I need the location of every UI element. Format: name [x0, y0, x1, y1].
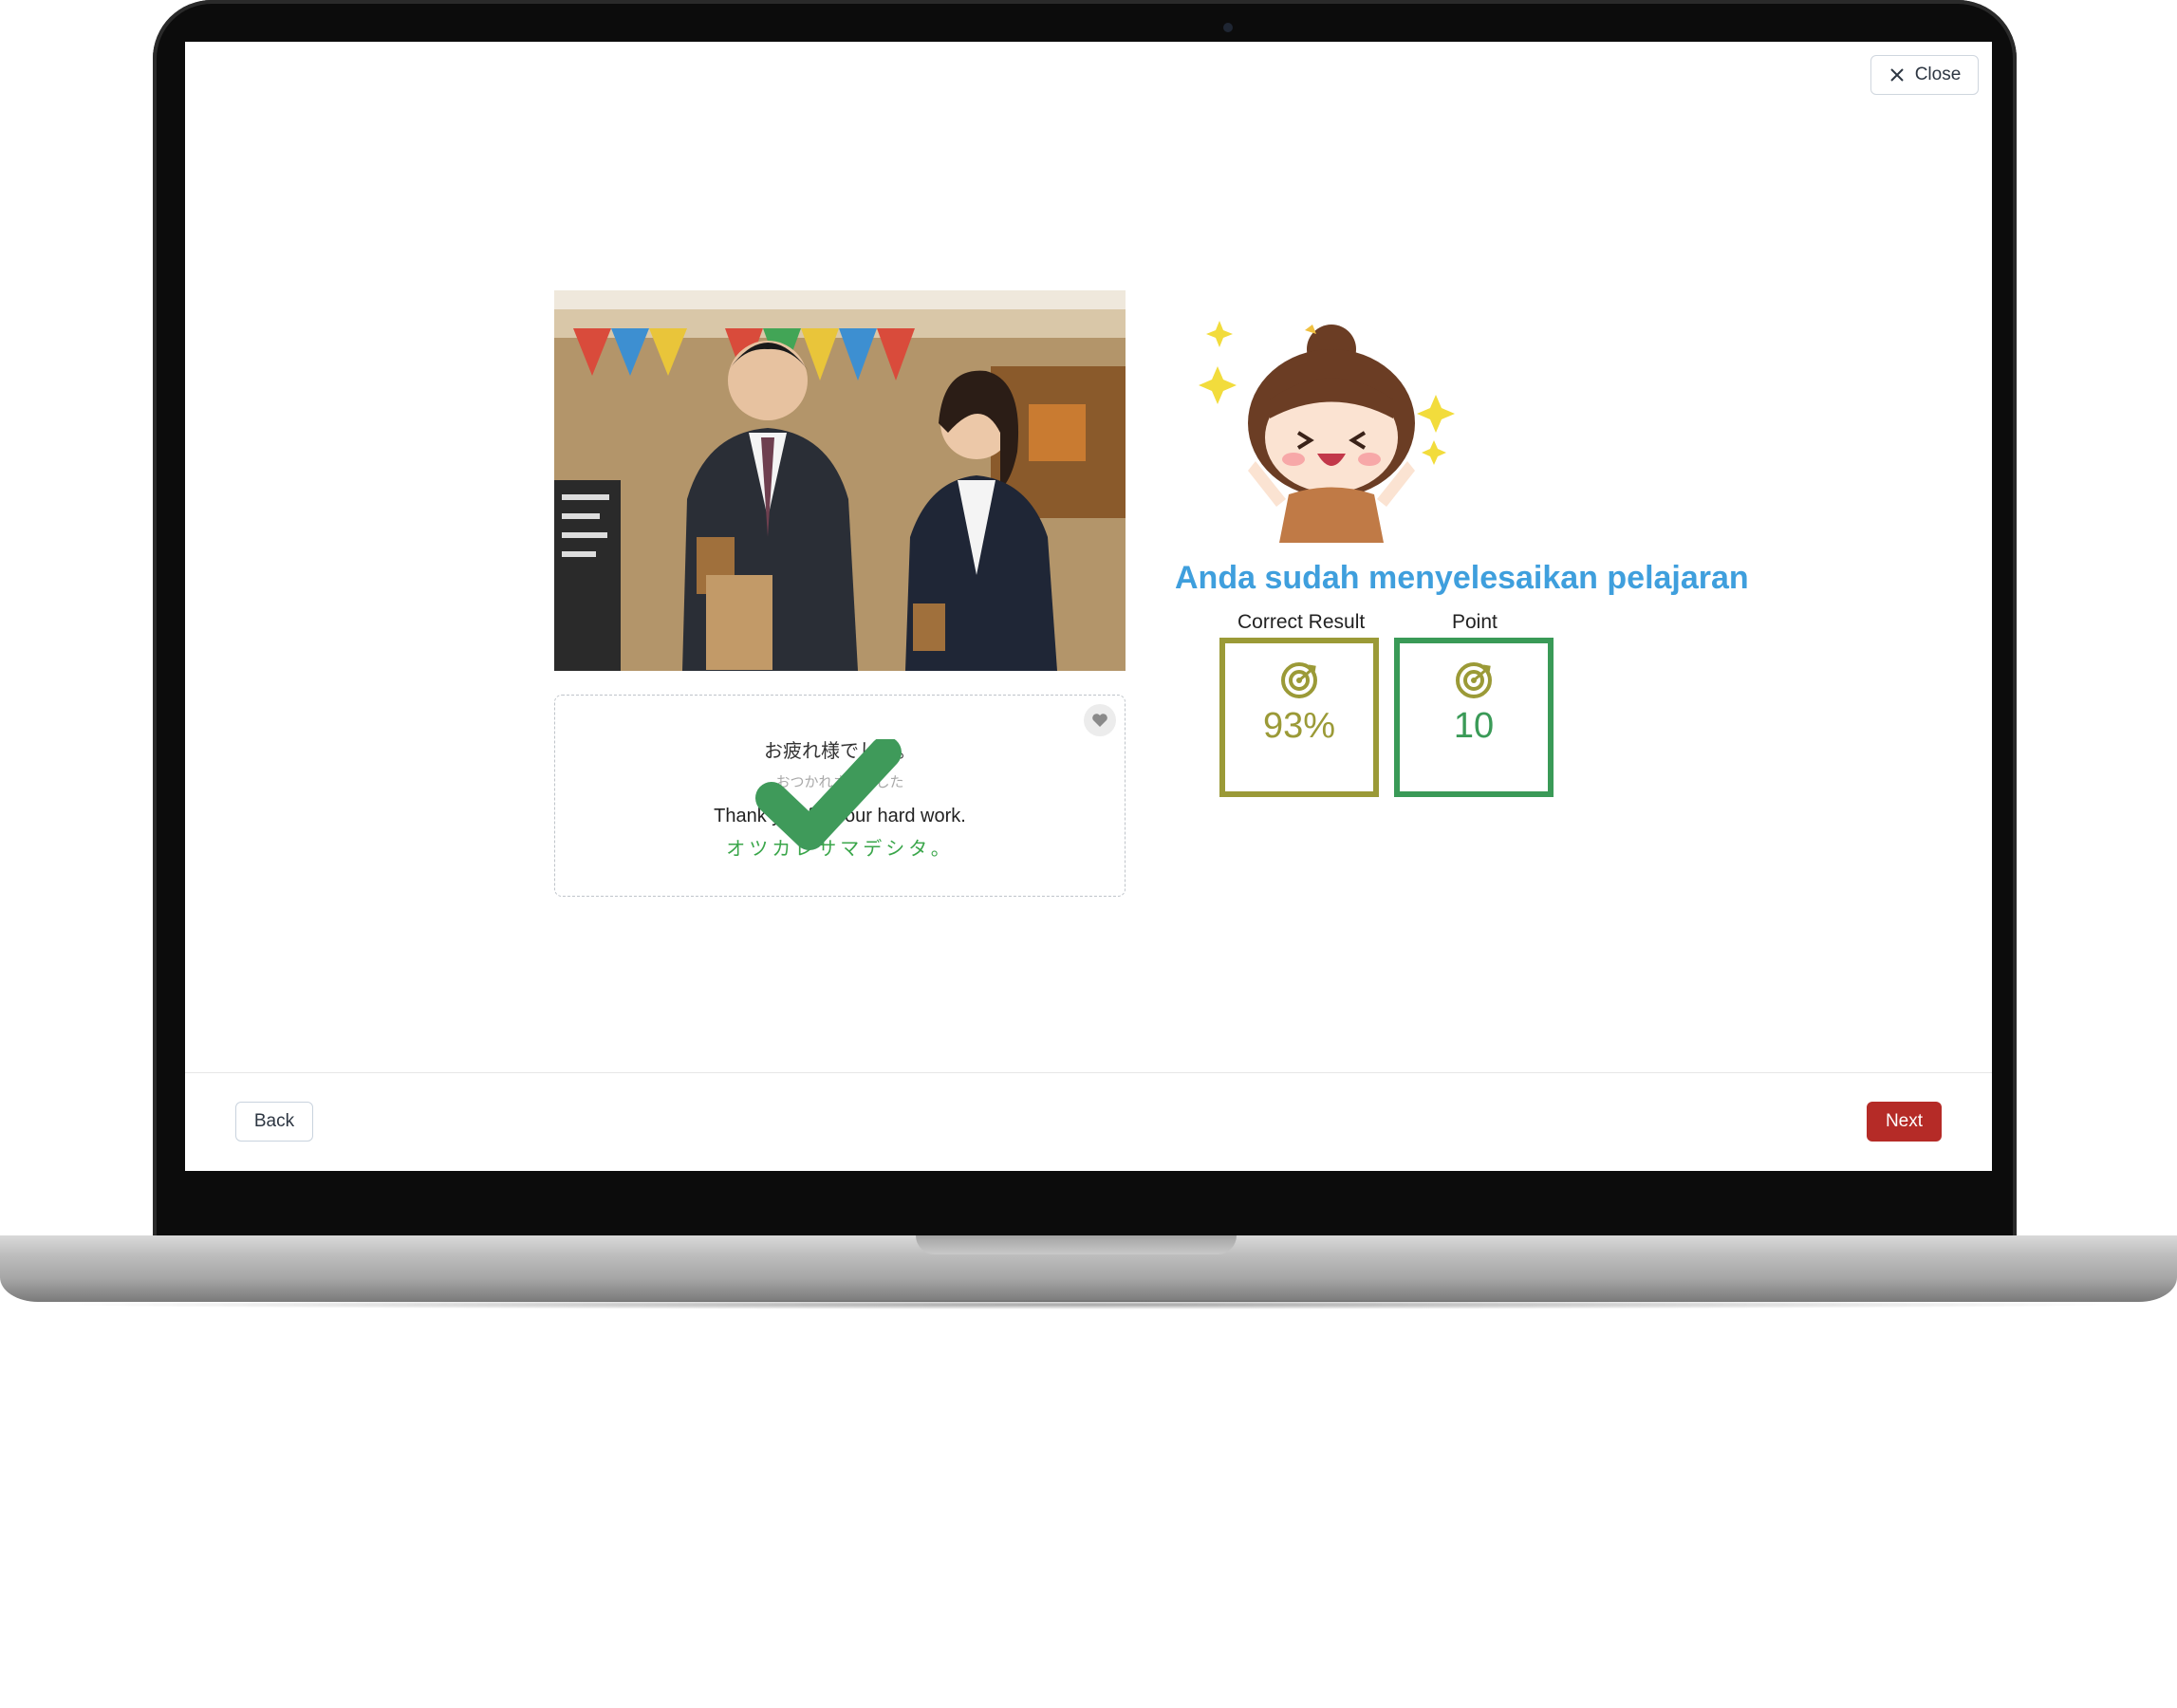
close-label: Close: [1914, 65, 1962, 84]
phrase-card: お疲れ様でした。 おつかれさまでした Thank you for your ha…: [554, 695, 1126, 897]
back-button[interactable]: Back: [235, 1102, 313, 1142]
heart-icon: [1092, 714, 1107, 727]
check-icon: [755, 739, 902, 850]
close-icon: [1889, 68, 1904, 82]
completion-title: Anda sudah menyelesaikan pelajaran: [1175, 560, 1749, 596]
point-label: Point: [1452, 611, 1498, 633]
close-button[interactable]: Close: [1870, 55, 1979, 95]
point-box: 10: [1394, 638, 1554, 797]
laptop-notch: [916, 1235, 1237, 1254]
favorite-button[interactable]: [1084, 704, 1116, 736]
footer-divider: [185, 1072, 1992, 1073]
next-button[interactable]: Next: [1867, 1102, 1942, 1142]
correct-result-label: Correct Result: [1237, 611, 1366, 633]
lesson-complete-screen: Close お疲れ様でした。 おつかれさまでした Thank you for y…: [185, 42, 1992, 1171]
correct-result-box: 93%: [1219, 638, 1379, 797]
target-icon: [1456, 662, 1492, 698]
camera-dot: [1223, 23, 1233, 32]
mascot-illustration: [1199, 321, 1455, 543]
correct-result-value: 93%: [1262, 706, 1336, 746]
lesson-photo: [554, 290, 1126, 671]
target-icon: [1281, 662, 1317, 698]
laptop-shadow: [38, 1300, 2139, 1309]
point-value: 10: [1453, 706, 1495, 746]
